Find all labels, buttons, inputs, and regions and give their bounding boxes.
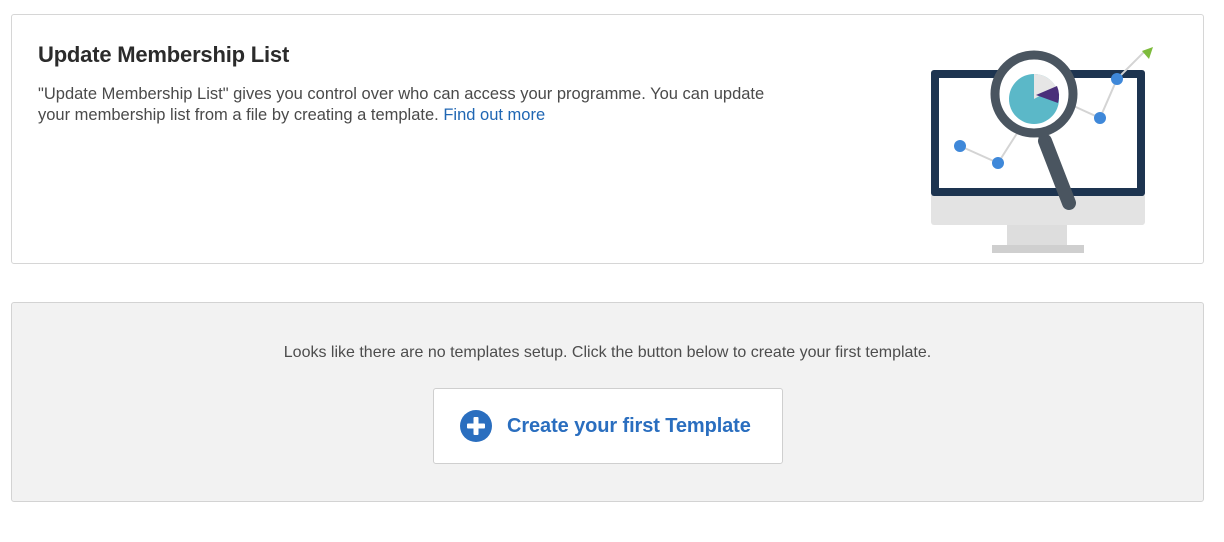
intro-description: "Update Membership List" gives you contr… xyxy=(38,84,798,126)
page-title: Update Membership List xyxy=(38,42,290,67)
chart-point xyxy=(1094,112,1106,124)
empty-state-message: Looks like there are no templates setup.… xyxy=(283,344,932,361)
monitor-stand xyxy=(1007,223,1067,245)
chart-point xyxy=(1111,73,1123,85)
create-template-label: Create your first Template xyxy=(507,414,751,437)
plus-circle-icon xyxy=(460,410,492,442)
intro-card: Update Membership List "Update Membershi… xyxy=(11,14,1204,264)
monitor-base xyxy=(992,245,1084,253)
monitor-bezel xyxy=(931,193,1145,225)
empty-state-panel: Looks like there are no templates setup.… xyxy=(11,302,1204,502)
chart-point xyxy=(954,140,966,152)
find-out-more-link[interactable]: Find out more xyxy=(443,106,545,124)
create-template-button[interactable]: Create your first Template xyxy=(433,388,783,464)
monitor-analytics-magnifier-icon xyxy=(931,47,1153,253)
intro-description-text: "Update Membership List" gives you contr… xyxy=(38,85,765,124)
page: Update Membership List "Update Membershi… xyxy=(0,0,1224,542)
chart-point xyxy=(992,157,1004,169)
